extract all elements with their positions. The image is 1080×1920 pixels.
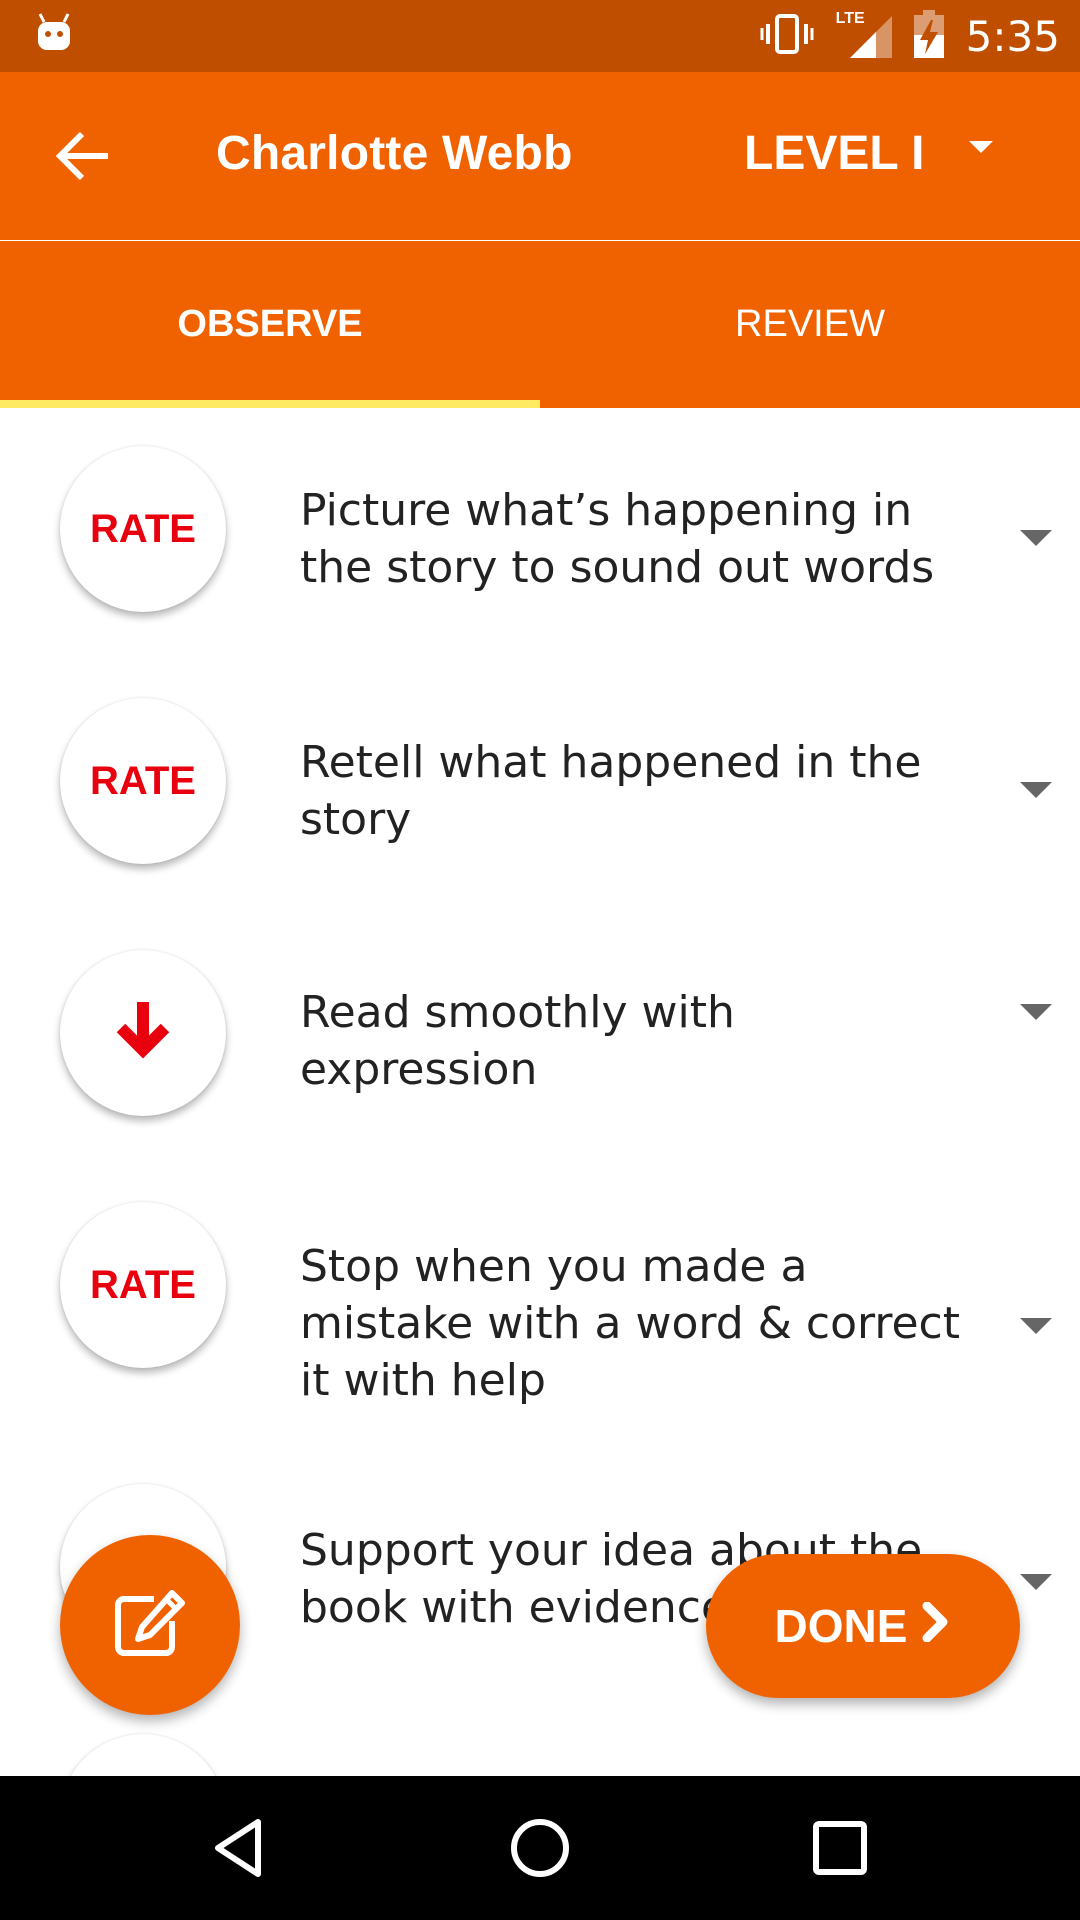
tab-indicator bbox=[0, 400, 540, 408]
app-bar: Charlotte Webb LEVEL I bbox=[0, 72, 1080, 240]
caret-down-icon[interactable] bbox=[1020, 1318, 1052, 1334]
done-button[interactable]: DONE bbox=[706, 1554, 1020, 1698]
list-item-text: Read smoothly with expression bbox=[300, 987, 735, 1095]
tab-bar: OBSERVE REVIEW bbox=[0, 241, 1080, 408]
done-label: DONE bbox=[774, 1600, 908, 1652]
edit-note-button[interactable] bbox=[60, 1535, 240, 1715]
list-item-text: Picture what’s happening in the story to… bbox=[300, 485, 935, 593]
rate-button[interactable]: RATE bbox=[60, 446, 226, 612]
status-bar: LTE 5:35 bbox=[0, 0, 1080, 72]
rate-button[interactable]: RATE bbox=[60, 1202, 226, 1368]
lte-signal-icon: LTE bbox=[836, 10, 892, 60]
vibrate-icon bbox=[760, 13, 814, 59]
rate-button[interactable]: RATE bbox=[60, 698, 226, 864]
caret-down-icon[interactable] bbox=[1020, 1004, 1052, 1020]
tab-review[interactable]: REVIEW bbox=[540, 241, 1080, 408]
android-icon bbox=[34, 12, 74, 57]
back-triangle-icon[interactable] bbox=[204, 1812, 276, 1884]
arrow-down-button[interactable] bbox=[60, 950, 226, 1116]
recents-square-icon[interactable] bbox=[804, 1812, 876, 1884]
home-circle-icon[interactable] bbox=[504, 1812, 576, 1884]
caret-down-icon[interactable] bbox=[1020, 1574, 1052, 1590]
chevron-right-icon bbox=[921, 1599, 951, 1653]
level-label: LEVEL I bbox=[744, 127, 925, 180]
arrow-left-icon[interactable] bbox=[54, 124, 118, 188]
caret-down-icon bbox=[968, 140, 993, 153]
arrow-down-icon bbox=[111, 996, 175, 1070]
list-item-text: Retell what happened in the story bbox=[300, 737, 922, 845]
system-nav-bar bbox=[0, 1776, 1080, 1920]
tab-review-label: REVIEW bbox=[735, 303, 885, 345]
status-time: 5:35 bbox=[965, 11, 1060, 61]
edit-icon bbox=[110, 1587, 190, 1664]
rate-button[interactable] bbox=[60, 1734, 226, 1776]
caret-down-icon[interactable] bbox=[1020, 530, 1052, 546]
battery-charging-icon bbox=[913, 9, 944, 63]
tab-observe[interactable]: OBSERVE bbox=[0, 241, 540, 408]
level-dropdown[interactable]: LEVEL I bbox=[744, 126, 993, 181]
caret-down-icon[interactable] bbox=[1020, 782, 1052, 798]
tab-observe-label: OBSERVE bbox=[177, 303, 363, 345]
list-item-text: Stop when you made a mistake with a word… bbox=[300, 1241, 960, 1406]
page-title: Charlotte Webb bbox=[216, 127, 573, 180]
